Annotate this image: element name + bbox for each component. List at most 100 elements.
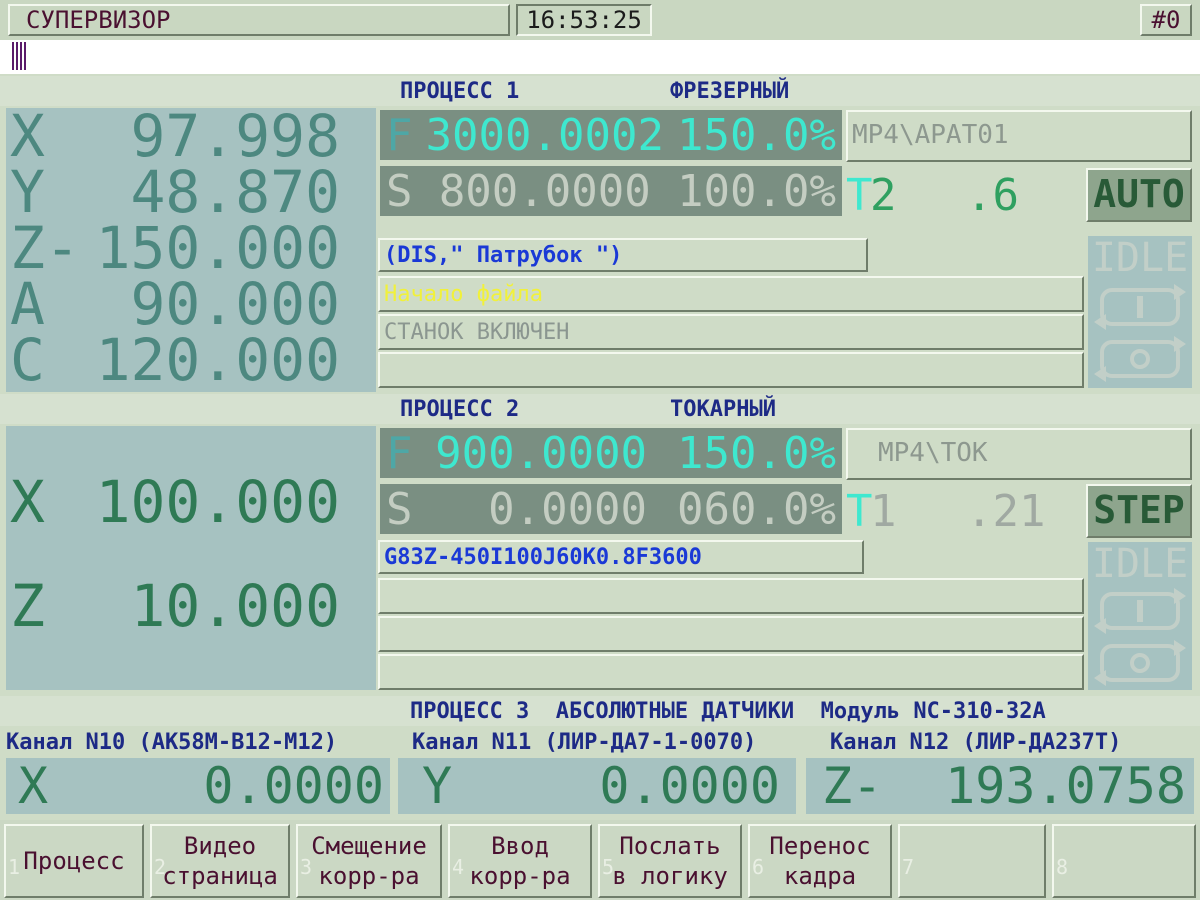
process1-tool: T 2 .6 <box>846 170 1082 221</box>
message-text: Начало файла <box>384 281 543 307</box>
feed-letter: F <box>386 427 413 479</box>
channel-indicator: #0 <box>1140 4 1192 36</box>
tool-number: 1 <box>870 486 897 537</box>
process1-feed-bar: F 3000.0002 150.0% <box>380 109 842 161</box>
process1-state-panel: IDLE <box>1088 236 1192 388</box>
fkey-number: 4 <box>452 855 465 879</box>
axis-value: 10.000 <box>130 572 340 640</box>
fkey-label-line1: Смещение <box>311 832 427 860</box>
process1-title: ПРОЦЕСС 1 <box>400 79 520 104</box>
fkey-6-block-transfer[interactable]: 6 Перенос кадра <box>748 824 892 898</box>
process2-type: ТОКАРНЫЙ <box>670 397 776 422</box>
axis-row: C 120.000 <box>10 326 340 394</box>
state-text: IDLE <box>1091 541 1189 587</box>
process2-message-3 <box>378 616 1084 652</box>
channel-value-box: X 0.0000 <box>6 757 390 815</box>
tool-correction: .6 <box>966 170 1019 221</box>
axis-name: Z <box>10 572 45 640</box>
clock: 16:53:25 <box>516 4 652 36</box>
axis-row: Y 48.870 <box>10 158 340 226</box>
process1-message-2: Начало файла <box>378 276 1084 312</box>
process2-program-name[interactable]: МР4\ТОК <box>846 428 1192 480</box>
fkey-label-line2: страница <box>162 862 278 890</box>
process2-message-2 <box>378 578 1084 614</box>
command-line[interactable] <box>0 40 1200 74</box>
feed-value: 3000.0002 <box>425 109 664 161</box>
sensor-channel-2: Канал N11 (ЛИР-ДА7-1-0070) Y 0.0000 <box>398 728 796 818</box>
fkey-label-line2: кадра <box>783 862 857 890</box>
channel-value-box: Y 0.0000 <box>398 757 796 815</box>
spindle-letter: S <box>386 165 413 217</box>
text-cursor <box>12 42 26 70</box>
fkey-number: 1 <box>8 855 21 879</box>
process1-mode-indicator[interactable]: AUTO <box>1086 168 1192 222</box>
fkey-label-line2: корр-ра <box>318 862 420 890</box>
channel-label: Канал N11 (ЛИР-ДА7-1-0070) <box>412 730 757 755</box>
spindle-value: 800.0000 <box>438 165 651 217</box>
tool-letter: T <box>846 486 873 537</box>
axis-row: X 97.998 <box>10 102 340 170</box>
fkey-label-line1: Видео <box>183 832 257 860</box>
fkey-label-line2: в логику <box>612 862 728 890</box>
process2-spindle-bar: S 0.0000 060.0% <box>380 483 842 535</box>
message-text: G83Z-450I100J60K0.8F3600 <box>384 544 702 570</box>
fkey-number: 2 <box>154 855 167 879</box>
spindle-percent: 100.0% <box>677 165 836 217</box>
fkey-number: 6 <box>752 855 765 879</box>
fkey-number: 3 <box>300 855 313 879</box>
message-text: (DIS," Патрубок ") <box>384 242 623 268</box>
feed-percent: 150.0% <box>677 109 836 161</box>
axis-value: 120.000 <box>95 326 340 394</box>
fkey-2-video-page[interactable]: 2 Видео страница <box>150 824 290 898</box>
process2-message-4 <box>378 654 1084 690</box>
axis-name: C <box>10 326 45 394</box>
optional-stop-icon <box>1094 640 1186 686</box>
axis-row: A 90.000 <box>10 270 340 338</box>
channel-axis: Z- <box>822 757 883 815</box>
process1-axes-panel: X 97.998 Y 48.870 Z- 150.000 A 90.000 C 120.0… <box>6 102 376 394</box>
process3-header: ПРОЦЕСС 3 АБСОЛЮТНЫЕ ДАТЧИКИ Модуль NC-3… <box>0 696 1200 726</box>
fkey-7-empty[interactable]: 7 <box>898 824 1046 898</box>
channel-value: 193.0758 <box>945 757 1186 815</box>
channel-value: 0.0000 <box>599 757 780 815</box>
app-title: СУПЕРВИЗОР <box>8 4 510 36</box>
channel-axis: Y <box>422 757 453 815</box>
fkey-3-corrector-offset[interactable]: 3 Смещение корр-ра <box>296 824 442 898</box>
spindle-value: 0.0000 <box>488 483 648 535</box>
axis-row: Z 10.000 <box>10 572 340 640</box>
fkey-8-empty[interactable]: 8 <box>1052 824 1196 898</box>
feed-value: 900.0000 <box>435 427 648 479</box>
process1-program-name[interactable]: МР4\АРАТ01 <box>846 110 1192 162</box>
single-block-icon <box>1094 284 1186 330</box>
fkey-number: 7 <box>902 855 915 879</box>
fkey-4-corrector-input[interactable]: 4 Ввод корр-ра <box>448 824 592 898</box>
fkey-5-send-to-logic[interactable]: 5 Послать в логику <box>598 824 742 898</box>
fkey-label-line2: корр-ра <box>469 862 571 890</box>
fkey-number: 8 <box>1056 855 1069 879</box>
process1-message-1: (DIS," Патрубок ") <box>378 238 868 272</box>
process1-message-4 <box>378 352 1084 388</box>
optional-stop-icon <box>1094 336 1186 382</box>
process2-message-1: G83Z-450I100J60K0.8F3600 <box>378 540 864 574</box>
axis-name: X <box>10 468 45 536</box>
tool-letter: T <box>846 170 873 221</box>
message-text: СТАНОК ВКЛЮЧЕН <box>384 319 570 345</box>
process1-message-3: СТАНОК ВКЛЮЧЕН <box>378 314 1084 350</box>
feed-percent: 150.0% <box>677 427 836 479</box>
process2-mode-indicator[interactable]: STEP <box>1086 484 1192 538</box>
sensor-channel-1: Канал N10 (AK58M-B12-M12) X 0.0000 <box>6 728 390 818</box>
tool-number: 2 <box>870 170 897 221</box>
fkey-label-line1: Перенос <box>769 832 871 860</box>
process2-feed-bar: F 900.0000 150.0% <box>380 427 842 479</box>
fkey-label-line1: Процесс <box>23 847 125 875</box>
process2-state-panel: IDLE <box>1088 542 1192 690</box>
fkey-1-process[interactable]: 1 Процесс <box>4 824 144 898</box>
axis-row: Z- 150.000 <box>10 214 340 282</box>
channel-axis: X <box>18 757 49 815</box>
single-block-icon <box>1094 588 1186 634</box>
process2-axes-panel: X 100.000 Z 10.000 <box>6 426 376 690</box>
fkey-label-line1: Послать <box>619 832 721 860</box>
state-text: IDLE <box>1091 235 1189 281</box>
fkey-number: 5 <box>602 855 615 879</box>
process2-tool: T 1 .21 <box>846 486 1082 537</box>
